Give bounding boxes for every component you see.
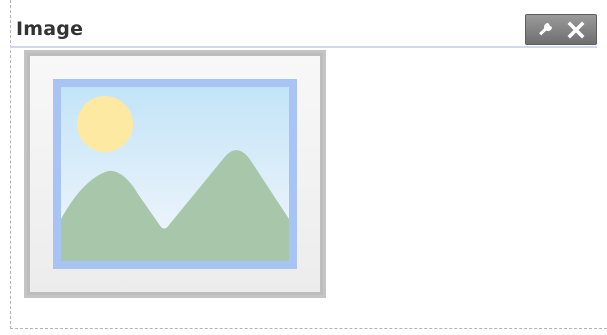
widget-header: Image <box>10 14 597 48</box>
widget-title: Image <box>16 18 84 40</box>
image-placeholder-icon <box>53 79 297 269</box>
wrench-icon[interactable] <box>536 20 556 40</box>
widget-toolbar <box>525 14 597 45</box>
image-placeholder-frame[interactable] <box>24 50 326 298</box>
close-icon[interactable] <box>566 20 586 40</box>
